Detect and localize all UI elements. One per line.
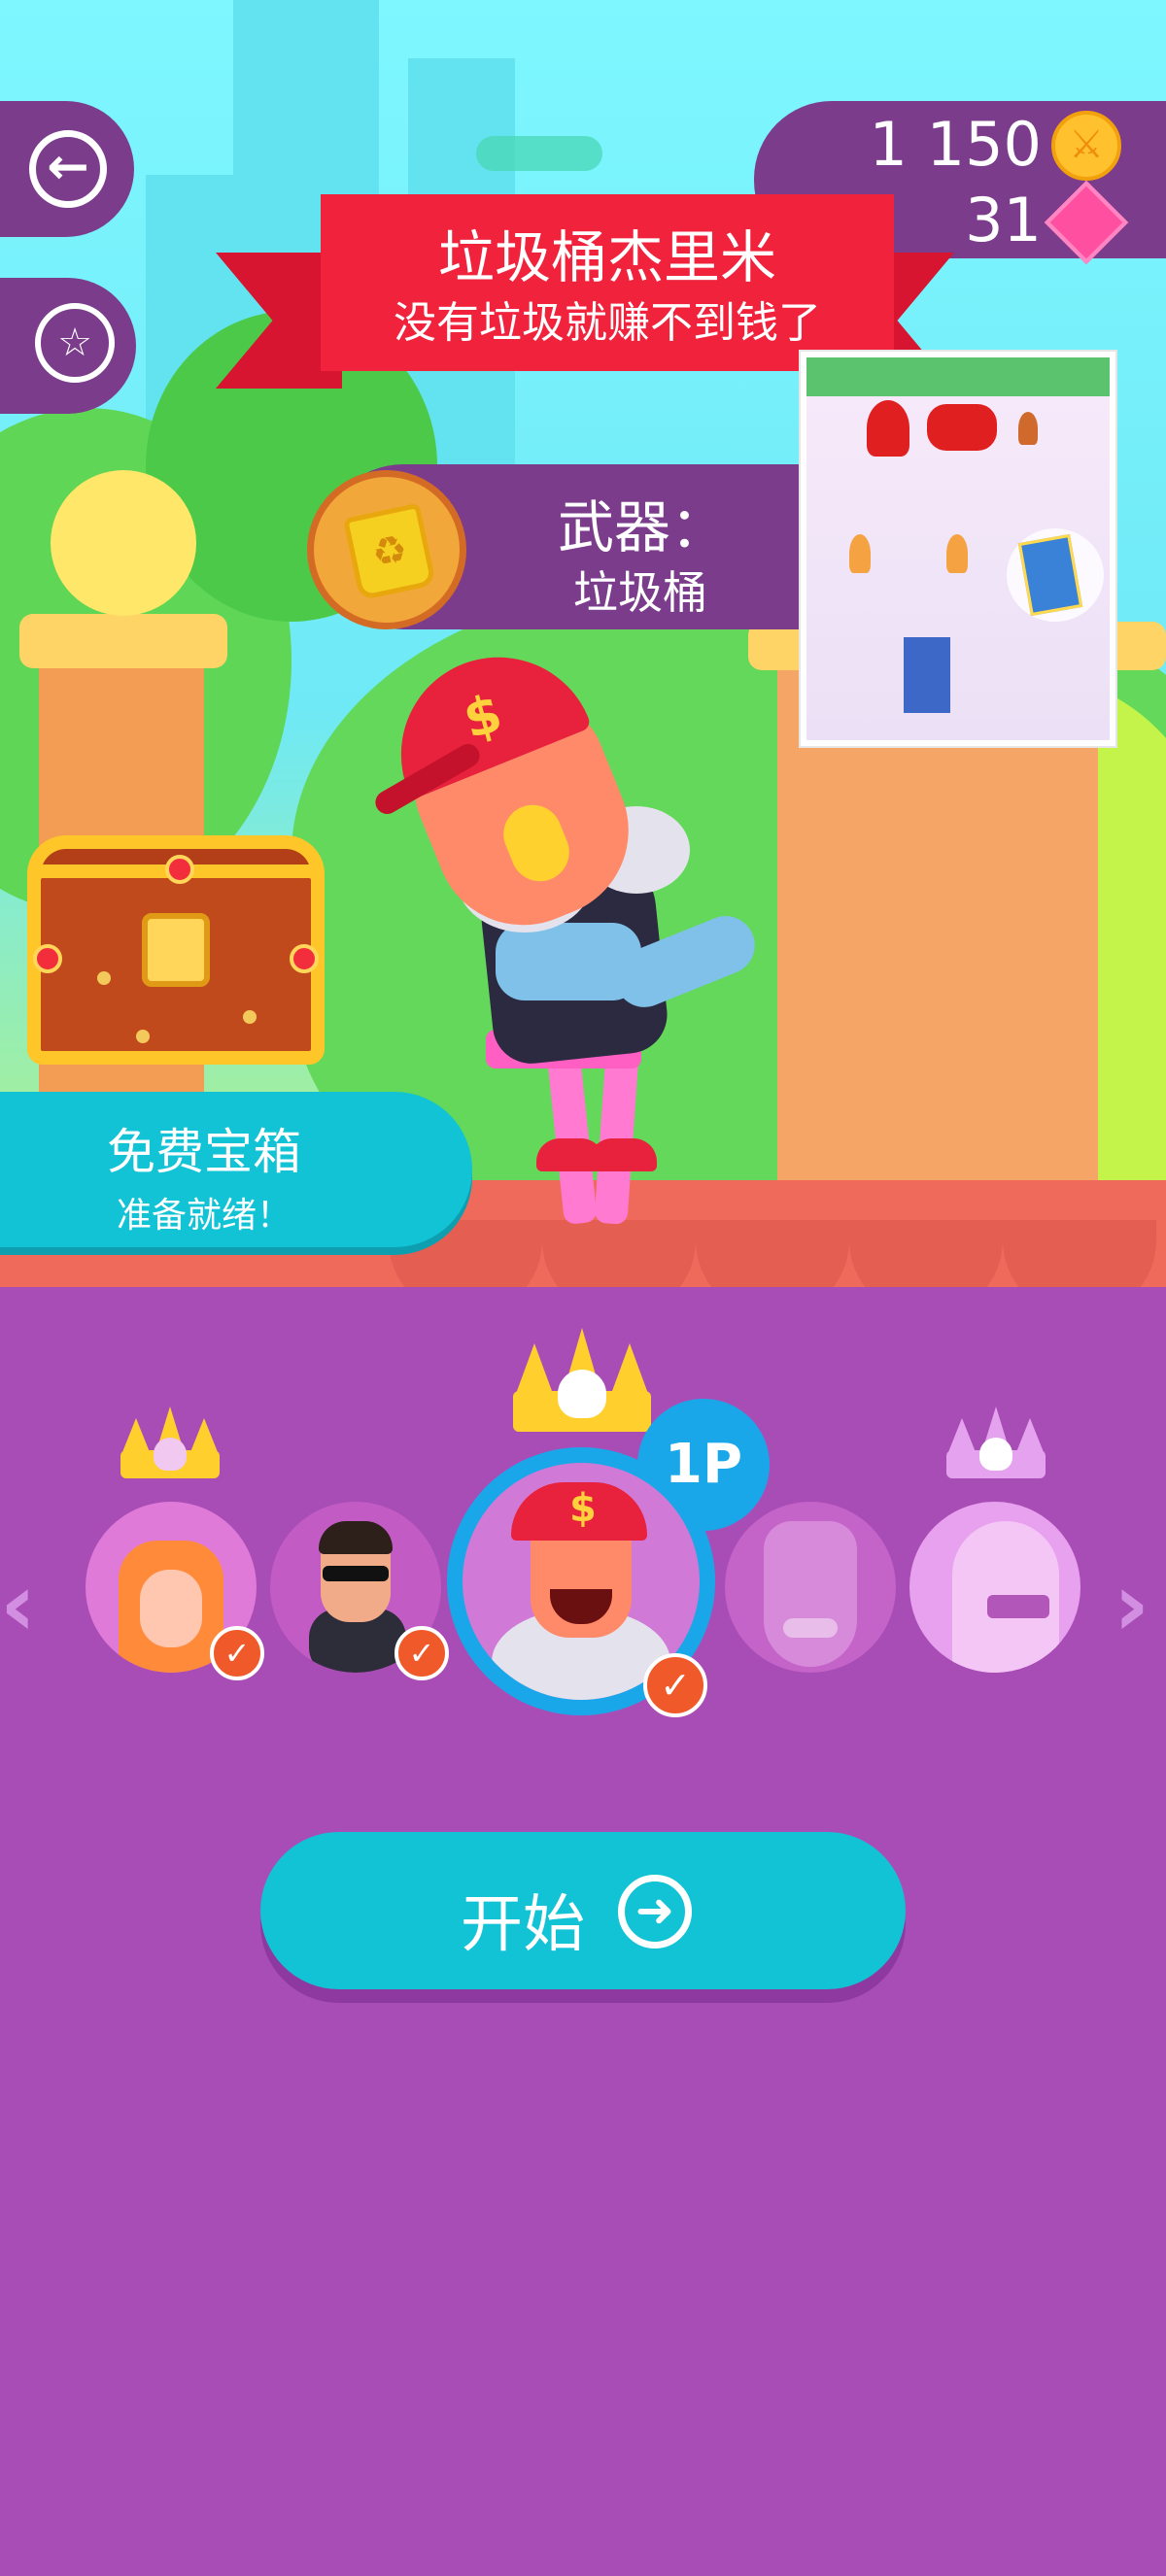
chest-gem-icon: [290, 944, 319, 973]
weapon-label: 武器：: [558, 494, 728, 560]
owned-check-icon: ✓: [394, 1626, 449, 1680]
ground-scallop: [542, 1214, 696, 1287]
powerup-card-icon: [904, 637, 950, 713]
ground-scallop: [696, 1214, 849, 1287]
character-name: 垃圾桶杰里米: [437, 224, 776, 290]
coin-icon: ⚔: [1051, 111, 1121, 181]
enemy-giant-icon: [867, 400, 909, 457]
chest-gem-icon: [165, 855, 194, 884]
player-figure-icon: [849, 534, 871, 573]
game-screen: ← ☆ 1 150 ⚔ 31 垃圾桶杰里米 没有垃圾就赚不到钱了 ♻ 武器： 垃…: [0, 0, 1166, 2576]
achievement-badge-icon: ☆: [35, 303, 115, 383]
trash-can-weapon-icon: ♻: [307, 470, 466, 629]
player-figure-icon: [946, 534, 968, 573]
pillar-ball: [51, 470, 196, 616]
character-shoe: [589, 1138, 657, 1171]
achievements-button[interactable]: ☆: [0, 278, 136, 414]
preview-scene: [806, 357, 1110, 740]
pillar-cap: [19, 614, 227, 668]
character-tagline: 没有垃圾就赚不到钱了: [394, 298, 821, 348]
preview-grass: [806, 357, 1110, 396]
trash-bin-icon: ♻: [342, 502, 437, 601]
owned-check-icon: ✓: [210, 1626, 264, 1680]
weapon-name: 垃圾桶: [573, 566, 707, 619]
sparkle: [97, 971, 111, 985]
gem-count: 31: [965, 185, 1042, 255]
crown-icon: [513, 1327, 651, 1432]
enemy-crowd-icon: [927, 404, 997, 451]
character-avatar-locked-shark[interactable]: [909, 1502, 1080, 1673]
prev-character-arrow-icon[interactable]: ‹: [0, 1554, 36, 1656]
skull-icon: [979, 1438, 1012, 1471]
decorative-tag: [476, 136, 602, 171]
free-chest-status: 准备就绪！: [116, 1196, 292, 1236]
owned-check-icon: ✓: [643, 1653, 707, 1717]
next-character-arrow-icon[interactable]: ›: [1114, 1554, 1149, 1656]
back-arrow-icon: ←: [29, 130, 107, 208]
enemy-small-icon: [1018, 412, 1038, 445]
crown-icon: [946, 1407, 1046, 1478]
character-avatar-locked-demon[interactable]: [725, 1502, 896, 1673]
skull-icon: [558, 1370, 606, 1418]
ground-scallop: [849, 1214, 1003, 1287]
chest-gem-icon: [33, 944, 62, 973]
sparkle: [136, 1030, 150, 1043]
character-name-banner: 垃圾桶杰里米 没有垃圾就赚不到钱了: [321, 194, 894, 371]
start-label: 开始: [461, 1889, 585, 1961]
ground-scallop: [1003, 1214, 1156, 1287]
free-chest-title: 免费宝箱: [107, 1124, 301, 1180]
coin-count: 1 150: [869, 109, 1043, 180]
lock-icon: [142, 913, 210, 987]
gameplay-preview[interactable]: [801, 352, 1115, 746]
back-button[interactable]: ←: [0, 101, 134, 237]
crown-icon: [120, 1407, 220, 1478]
skull-icon: [154, 1438, 187, 1471]
arrow-right-icon: ➜: [618, 1875, 692, 1949]
sparkle: [243, 1010, 257, 1024]
